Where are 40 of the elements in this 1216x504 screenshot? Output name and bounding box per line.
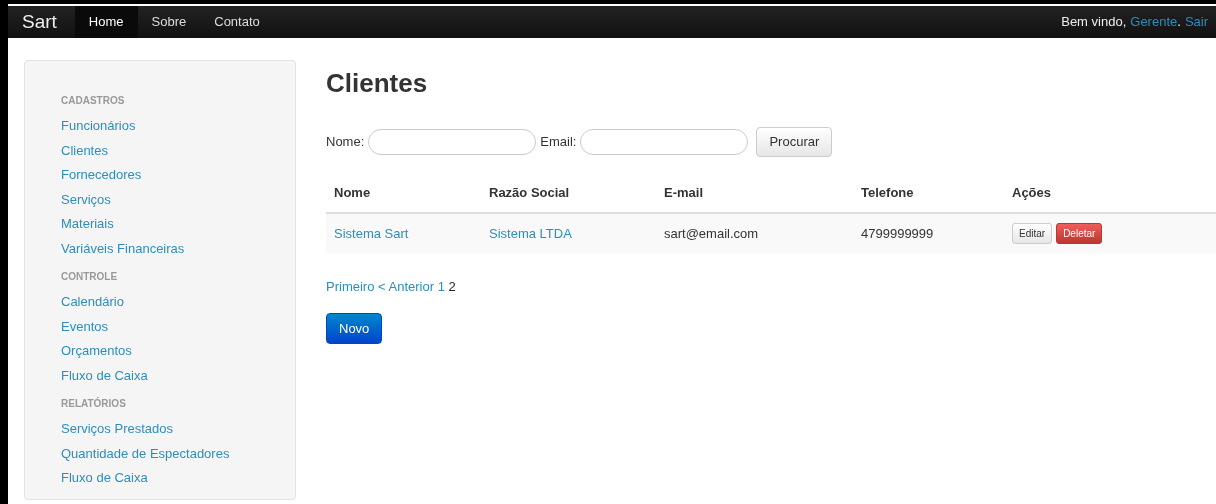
- sidebar-link[interactable]: Serviços Prestados: [61, 417, 173, 442]
- field-label: Email:: [540, 133, 577, 152]
- current-page: 2: [448, 279, 456, 295]
- edit-button[interactable]: Editar: [1012, 223, 1053, 245]
- search-button[interactable]: Procurar: [756, 127, 833, 157]
- sidebar-link[interactable]: Funcionários: [61, 114, 136, 139]
- sidebar-link[interactable]: Materiais: [61, 212, 114, 237]
- nav-link[interactable]: Home: [74, 6, 138, 38]
- section-header: CADASTROS: [61, 94, 126, 108]
- sidebar-link[interactable]: Quantidade de Espectadores: [61, 441, 230, 466]
- field-label: Nome:: [326, 133, 365, 152]
- delete-button[interactable]: Deletar: [1056, 223, 1103, 245]
- new-button[interactable]: Novo: [326, 312, 383, 345]
- sidebar-link[interactable]: Fluxo de Caixa: [61, 466, 148, 491]
- input-field[interactable]: [580, 128, 749, 155]
- sidebar-link[interactable]: Calendário: [61, 290, 124, 315]
- sidebar-link[interactable]: Variáveis Financeiras: [61, 236, 185, 261]
- company-link[interactable]: Sistema LTDA: [489, 225, 572, 241]
- previous-page-link[interactable]: < Anterior: [378, 279, 435, 295]
- first-page-link[interactable]: Primeiro: [326, 279, 375, 295]
- input-field[interactable]: [368, 128, 537, 155]
- section-header: RELATÓRIOS: [61, 396, 127, 411]
- separator-text: .: [1177, 13, 1181, 32]
- section-header: CONTROLE: [61, 270, 119, 284]
- table-cell: 4799999999: [853, 213, 1004, 254]
- brand-link[interactable]: Sart: [8, 6, 75, 38]
- sidebar-link[interactable]: Serviços: [61, 187, 111, 212]
- table-cell: sart@email.com: [656, 213, 853, 254]
- page-title: Clientes: [326, 68, 429, 100]
- name-link[interactable]: Sistema Sart: [334, 225, 409, 241]
- sidebar-link[interactable]: Eventos: [61, 314, 108, 339]
- greeting-text: Bem vindo,: [1061, 13, 1127, 32]
- sidebar-link[interactable]: Fornecedores: [61, 163, 142, 188]
- logout-link[interactable]: Sair: [1184, 12, 1208, 32]
- sidebar-link[interactable]: Clientes: [61, 138, 108, 163]
- nav-link[interactable]: Contato: [200, 6, 274, 38]
- sidebar-link[interactable]: Orçamentos: [61, 339, 132, 364]
- nav-link[interactable]: Sobre: [137, 6, 201, 38]
- sidebar-link[interactable]: Fluxo de Caixa: [61, 363, 148, 388]
- page-link[interactable]: 1: [437, 279, 445, 295]
